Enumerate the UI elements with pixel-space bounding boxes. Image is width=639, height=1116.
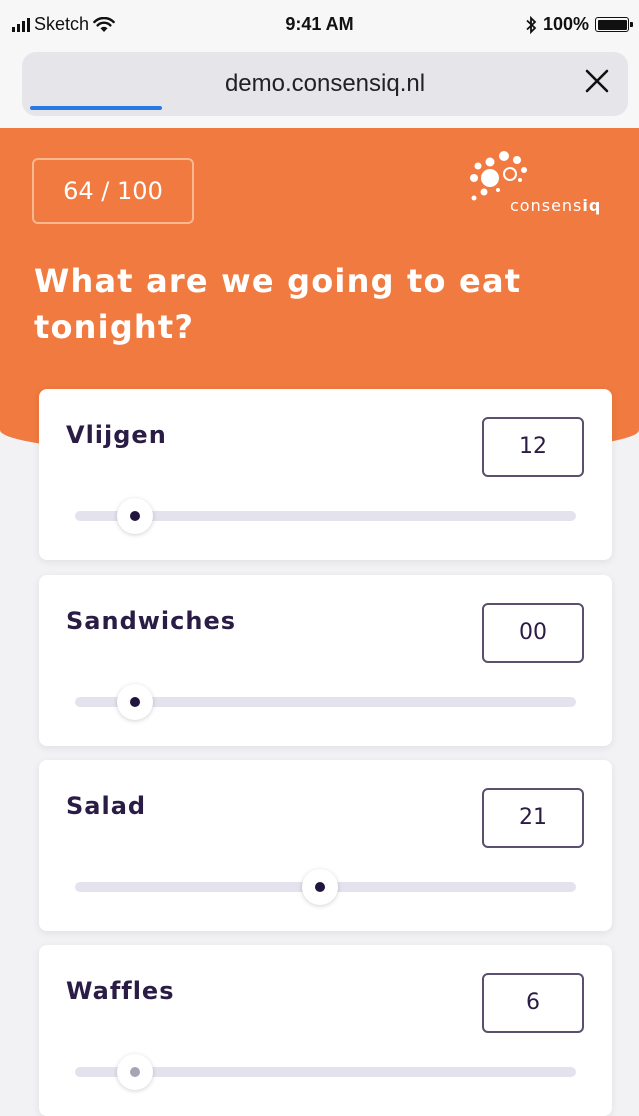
status-right: 100% [525, 14, 633, 35]
address-bar[interactable]: demo.consensiq.nl [22, 52, 628, 116]
option-value-input[interactable]: 00 [482, 603, 584, 663]
url-text: demo.consensiq.nl [224, 70, 426, 97]
option-card: Vlijgen 12 [39, 389, 612, 560]
slider-thumb[interactable] [117, 498, 154, 534]
option-value-input[interactable]: 12 [482, 417, 584, 477]
option-label: Vlijgen [66, 421, 167, 449]
survey-question: What are we going to eat tonight? [34, 262, 522, 346]
option-value-input[interactable]: 21 [482, 788, 584, 848]
option-label: Waffles [66, 977, 175, 1005]
close-icon[interactable] [580, 64, 614, 98]
battery-percent: 100% [542, 14, 589, 34]
consensiq-logo: consensiq [462, 148, 622, 228]
battery-icon [595, 17, 633, 32]
option-slider[interactable] [75, 1054, 576, 1090]
option-value-input[interactable]: 6 [482, 973, 584, 1033]
browser-toolbar: demo.consensiq.nl [0, 48, 639, 128]
option-card: Sandwiches 00 [39, 575, 612, 746]
option-label: Sandwiches [66, 607, 237, 635]
page-load-progress [30, 106, 162, 110]
slider-thumb[interactable] [117, 684, 154, 720]
option-label: Salad [66, 792, 147, 820]
option-slider[interactable] [75, 869, 576, 905]
slider-thumb[interactable] [302, 869, 339, 905]
status-bar: Sketch 9:41 AM 100% [0, 0, 639, 48]
option-card: Salad 21 [39, 760, 612, 931]
option-slider[interactable] [75, 498, 576, 534]
bluetooth-icon [526, 15, 537, 34]
option-card: Waffles 6 [39, 945, 612, 1116]
points-counter: 64 / 100 [32, 158, 194, 224]
option-slider[interactable] [75, 684, 576, 720]
logo-wordmark: consensiq [510, 196, 602, 215]
slider-thumb[interactable] [117, 1054, 154, 1090]
